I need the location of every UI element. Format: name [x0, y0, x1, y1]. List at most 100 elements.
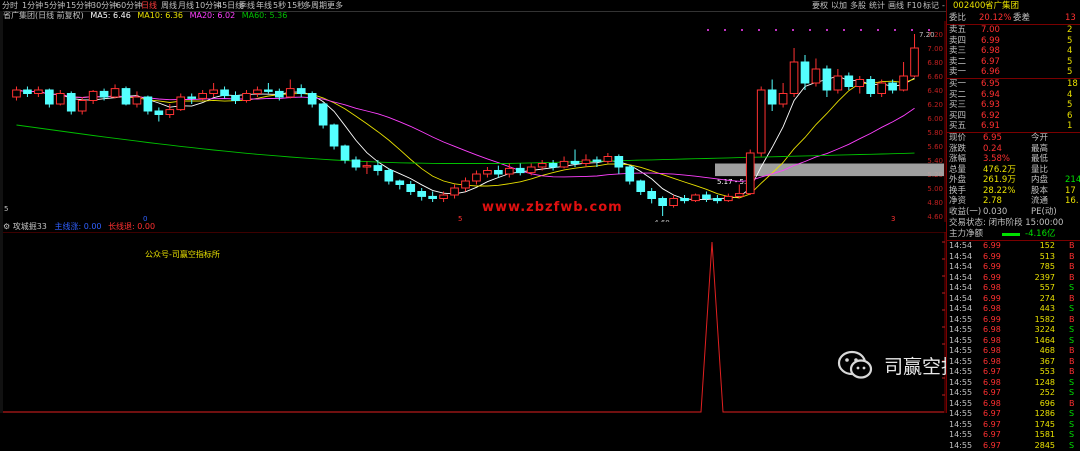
main-kline-chart[interactable]: 省广集团(日线 前复权) MA5: 6.46 MA10: 6.36 MA20: … [3, 11, 946, 222]
tick-volume: 1464 [1027, 336, 1055, 347]
stat-row: 涨跌0.24最高 [947, 144, 1080, 154]
price-axis-label: 6.60 [927, 73, 943, 81]
candle-body [812, 69, 820, 83]
bid-row: 买五6.911 [947, 121, 1080, 131]
period-tab-16[interactable]: 更多 [327, 0, 343, 11]
toolbar-right-item-1[interactable]: 以加 [831, 0, 847, 11]
candle-body [538, 164, 546, 168]
stat-label: 外盘 [949, 175, 966, 185]
toolbar-right-item-4[interactable]: 画线 [888, 0, 904, 11]
toolbar-right-item-3[interactable]: 统计 [869, 0, 885, 11]
tick-row: 14:556.971745S [947, 420, 1080, 431]
ask-price: 6.96 [981, 67, 1000, 77]
tick-volume: 1582 [1027, 315, 1055, 326]
price-axis-label: 6.00 [927, 115, 943, 123]
trade-status-text: 交易状态: 闭市阶段 15:00:00 [949, 218, 1063, 228]
period-tab-0[interactable]: 分时 [2, 0, 18, 11]
period-tab-5[interactable]: 60分钟 [116, 0, 142, 11]
trade-status: 交易状态: 闭市阶段 15:00:00 [947, 218, 1080, 228]
candle-body [254, 90, 262, 94]
period-tab-13[interactable]: 5秒 [273, 0, 286, 11]
stat-value-2: 214. [1065, 175, 1080, 185]
candle-body [363, 166, 371, 167]
stat-value: 3.58% [983, 154, 1010, 164]
tick-row: 14:556.98367B [947, 357, 1080, 368]
tick-price: 6.97 [983, 420, 1001, 431]
tick-volume: 152 [1027, 241, 1055, 252]
ask-volume: 5 [1067, 57, 1072, 67]
candle-body [823, 69, 831, 90]
stat-row: 换手28.22%股本17 [947, 186, 1080, 196]
stat-value: 28.22% [983, 186, 1015, 196]
bottom-marker: 3 [891, 215, 895, 222]
bid-price: 6.93 [981, 100, 1000, 110]
stat-value-2: 17 [1065, 186, 1076, 196]
tick-time: 14:55 [949, 441, 972, 451]
marker-dot [894, 29, 896, 31]
tick-direction: B [1069, 252, 1075, 263]
period-tab-2[interactable]: 5分钟 [44, 0, 65, 11]
tick-row: 14:546.99152B [947, 241, 1080, 252]
tick-price: 6.97 [983, 367, 1001, 378]
tick-time: 14:55 [949, 315, 972, 326]
tick-volume: 1581 [1027, 430, 1055, 441]
candle-body [122, 89, 130, 104]
candle-body [604, 157, 612, 162]
price-axis-label: 5.00 [927, 185, 943, 193]
toolbar-right-item-5[interactable]: F10 [907, 0, 922, 11]
stat-row: 总量476.2万量比 [947, 165, 1080, 175]
gear-icon[interactable]: ⚙ [3, 222, 10, 231]
candle-body [385, 171, 393, 182]
stat-label: 收益(一) [949, 207, 981, 217]
stat-row: 净资2.78流通16. [947, 196, 1080, 206]
period-tab-7[interactable]: 周线 [161, 0, 177, 11]
period-tab-15[interactable]: 多周期 [303, 0, 327, 11]
stock-title: 省广集团(日线 前复权) [3, 11, 84, 20]
candle-body [45, 90, 53, 104]
period-tab-12[interactable]: 年线 [256, 0, 272, 11]
toolbar-right-item-2[interactable]: 多股 [850, 0, 866, 11]
bid-row: 买三6.935 [947, 100, 1080, 110]
tick-price: 6.97 [983, 441, 1001, 451]
candle-body [418, 192, 426, 197]
period-tab-4[interactable]: 30分钟 [91, 0, 117, 11]
period-tab-6[interactable]: 日线 [141, 0, 157, 11]
tick-direction: B [1069, 357, 1075, 368]
toolbar-right-item-7[interactable]: - [942, 0, 945, 11]
tick-direction: B [1069, 273, 1075, 284]
indicator-signal-line [3, 242, 944, 412]
candle-body [549, 164, 557, 168]
stat-row: 现价6.95今开 [947, 133, 1080, 143]
toolbar-right-item-6[interactable]: 标记 [923, 0, 939, 11]
tick-volume: 252 [1027, 388, 1055, 399]
tick-direction: S [1069, 283, 1074, 294]
kline-svg: 7.207.006.806.606.406.206.005.805.605.40… [3, 21, 946, 222]
bid-label: 买一 [949, 79, 966, 89]
bid-row: 买一6.9518 [947, 79, 1080, 89]
marker-dot [911, 29, 913, 31]
weibi-value: 20.12% [979, 13, 1011, 23]
indicator-legend: ⚙ 攻城掘33 主线涨: 0.00 长线退: 0.00 [3, 222, 155, 232]
candle-body [133, 97, 141, 104]
period-tab-1[interactable]: 1分钟 [22, 0, 43, 11]
stat-value: 261.9万 [983, 175, 1016, 185]
ma60-line [17, 125, 915, 164]
price-axis-label: 7.00 [927, 45, 943, 53]
period-tab-11[interactable]: 季线 [239, 0, 255, 11]
ask-label: 卖二 [949, 57, 966, 67]
indicator-panel[interactable]: ⚙ 攻城掘33 主线涨: 0.00 长线退: 0.00 公众号-司赢空指标所 [3, 232, 946, 413]
candle-body [199, 94, 207, 99]
tick-row: 14:546.992397B [947, 273, 1080, 284]
bid-price: 6.94 [981, 90, 1000, 100]
price-axis-label: 6.80 [927, 59, 943, 67]
candle-body [89, 91, 97, 100]
stat-label-2: PE(动) [1031, 207, 1057, 217]
stat-value: 6.95 [983, 133, 1002, 143]
period-tab-8[interactable]: 月线 [178, 0, 194, 11]
candle-body [626, 167, 634, 181]
tick-price: 6.98 [983, 304, 1001, 315]
bid-volume: 6 [1067, 111, 1072, 121]
toolbar-right-item-0[interactable]: 要权 [812, 0, 828, 11]
period-tab-3[interactable]: 15分钟 [66, 0, 92, 11]
marker-dot [826, 29, 828, 31]
